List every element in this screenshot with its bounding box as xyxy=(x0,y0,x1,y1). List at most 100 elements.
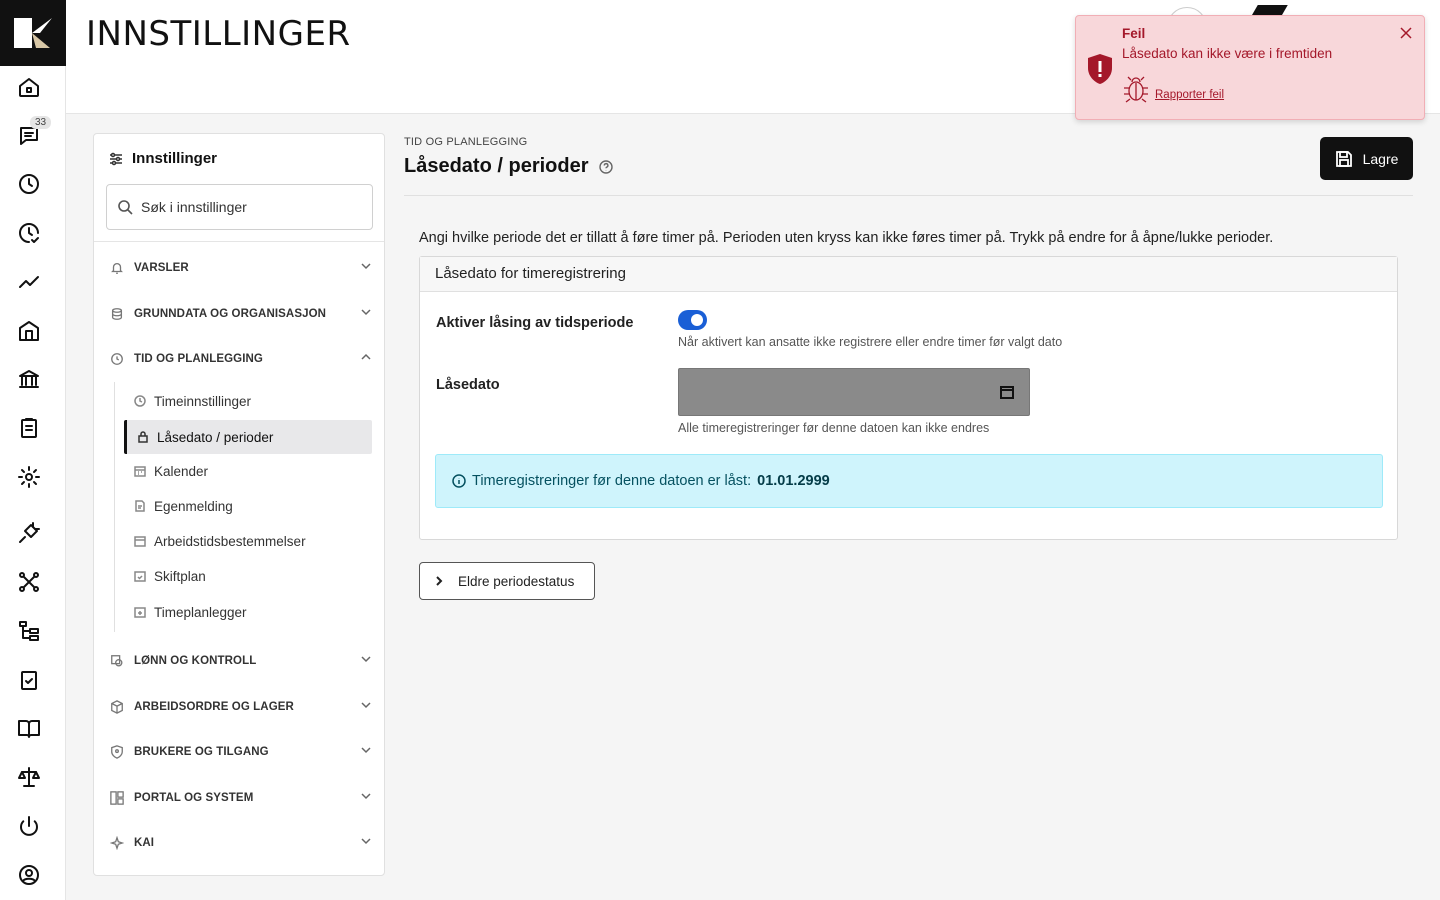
save-button[interactable]: Lagre xyxy=(1320,137,1413,180)
search-icon xyxy=(118,200,133,215)
scale-icon[interactable] xyxy=(14,762,44,792)
error-shield-icon xyxy=(1088,54,1112,84)
save-label: Lagre xyxy=(1362,150,1399,167)
chevron-down-icon xyxy=(360,789,372,807)
plug-icon[interactable] xyxy=(14,518,44,548)
calendar-icon[interactable] xyxy=(1000,385,1014,399)
user-icon[interactable] xyxy=(14,860,44,890)
clock-icon xyxy=(110,352,124,366)
section-title-text: Låsedato / perioder xyxy=(404,155,589,177)
section-grunndata[interactable]: GRUNNDATA OG ORGANISASJON xyxy=(110,302,372,326)
sub-item-lasedato[interactable]: Låsedato / perioder xyxy=(124,420,372,454)
lock-icon xyxy=(138,431,148,443)
sub-item-label: Egenmelding xyxy=(154,498,233,514)
settings-search[interactable] xyxy=(106,184,373,230)
help-icon[interactable] xyxy=(598,159,613,174)
calendar-rules-icon xyxy=(134,536,146,547)
lock-date-input[interactable] xyxy=(678,368,1030,416)
trend-icon[interactable] xyxy=(14,267,44,297)
app-logo[interactable] xyxy=(0,0,66,66)
shield-icon xyxy=(110,745,124,759)
settings-icon[interactable] xyxy=(14,462,44,492)
bank-icon[interactable] xyxy=(14,364,44,394)
hierarchy-icon[interactable] xyxy=(14,616,44,646)
settings-panel-title: Innstillinger xyxy=(132,150,218,167)
chevron-down-icon xyxy=(360,652,372,670)
section-portal-og-system[interactable]: PORTAL OG SYSTEM xyxy=(110,786,372,810)
bug-icon xyxy=(1122,74,1150,104)
sub-item-label: Låsedato / perioder xyxy=(157,429,274,445)
chevron-down-icon xyxy=(360,743,372,761)
clock-icon xyxy=(134,395,146,407)
sub-item-timeplanlegger[interactable]: Timeplanlegger xyxy=(124,595,372,629)
info-date: 01.01.2999 xyxy=(757,473,830,489)
sub-item-label: Kalender xyxy=(154,463,209,479)
section-varsler[interactable]: VARSLER xyxy=(110,256,372,280)
clipboard-icon[interactable] xyxy=(14,413,44,443)
section-arbeidsordre-og-lager[interactable]: ARBEIDSORDRE OG LAGER xyxy=(110,695,372,719)
messages-badge: 33 xyxy=(30,116,52,129)
section-kai[interactable]: KAI xyxy=(109,831,372,855)
section-label: ARBEIDSORDRE OG LAGER xyxy=(134,701,294,713)
calendar-icon xyxy=(134,466,146,477)
page-title: INNSTILLINGER xyxy=(86,14,351,54)
report-error-link[interactable]: Rapporter feil xyxy=(1155,89,1224,101)
document-icon xyxy=(135,500,145,512)
intro-text: Angi hvilke periode det er tillatt å før… xyxy=(419,230,1274,246)
older-period-label: Eldre periodestatus xyxy=(458,573,575,589)
section-lonn-og-kontroll[interactable]: LØNN OG KONTROLL xyxy=(110,649,372,673)
sub-item-arbeidstidsbestemmelser[interactable]: Arbeidstidsbestemmelser xyxy=(124,524,372,558)
chevron-up-icon xyxy=(360,350,372,368)
toast-title: Feil xyxy=(1122,26,1146,41)
sub-item-skiftplan[interactable]: Skiftplan xyxy=(124,559,372,593)
sub-item-label: Timeinnstillinger xyxy=(154,393,252,409)
sub-item-egenmelding[interactable]: Egenmelding xyxy=(124,489,372,523)
network-icon[interactable] xyxy=(14,567,44,597)
clock-icon[interactable] xyxy=(14,169,44,199)
payroll-icon xyxy=(110,654,124,668)
layout-icon xyxy=(110,791,124,805)
toast-message: Låsedato kan ikke være i fremtiden xyxy=(1122,46,1333,61)
chevron-right-icon xyxy=(436,576,443,586)
section-title: Låsedato / perioder xyxy=(404,155,613,178)
book-icon[interactable] xyxy=(14,713,44,743)
sub-item-kalender[interactable]: Kalender xyxy=(124,454,372,488)
section-tid-og-planlegging[interactable]: TID OG PLANLEGGING xyxy=(110,347,372,371)
lock-period-toggle[interactable] xyxy=(678,310,707,330)
toggle-label: Aktiver låsing av tidsperiode xyxy=(436,315,634,331)
calendar-plus-icon xyxy=(134,607,146,618)
sliders-icon xyxy=(110,152,122,165)
close-icon[interactable] xyxy=(1398,25,1414,41)
card-title: Låsedato for timeregistrering xyxy=(420,257,1397,292)
sub-item-timeinnstillinger[interactable]: Timeinnstillinger xyxy=(124,384,372,418)
search-input[interactable] xyxy=(141,199,361,215)
error-toast: Feil Låsedato kan ikke være i fremtiden … xyxy=(1075,15,1425,120)
section-label: BRUKERE OG TILGANG xyxy=(134,746,269,758)
sub-item-label: Arbeidstidsbestemmelser xyxy=(154,533,306,549)
clock-check-icon[interactable] xyxy=(14,218,44,248)
lock-info-alert: Timeregistreringer før denne datoen er l… xyxy=(435,454,1383,508)
section-brukere-og-tilgang[interactable]: BRUKERE OG TILGANG xyxy=(110,740,372,764)
database-icon xyxy=(110,307,124,321)
settings-panel: Innstillinger VARSLER GRUNNDATA OG ORGAN… xyxy=(93,133,385,876)
bell-icon xyxy=(110,261,124,275)
calendar-check-icon xyxy=(134,571,146,582)
section-label: GRUNNDATA OG ORGANISASJON xyxy=(134,308,327,320)
building-icon[interactable] xyxy=(14,316,44,346)
toggle-hint: Når aktivert kan ansatte ikke registrere… xyxy=(678,335,1063,349)
sparkle-icon xyxy=(109,835,125,851)
home-icon[interactable] xyxy=(14,72,44,102)
save-icon xyxy=(1335,150,1352,167)
submenu-guide-line xyxy=(114,382,115,632)
checklist-icon[interactable] xyxy=(14,665,44,695)
section-label: PORTAL OG SYSTEM xyxy=(134,792,254,804)
chevron-down-icon xyxy=(360,259,372,277)
panel-divider xyxy=(94,241,384,242)
date-hint: Alle timeregistreringer før denne datoen… xyxy=(678,421,990,435)
content-divider xyxy=(404,195,1413,196)
chevron-down-icon xyxy=(360,834,372,852)
box-icon xyxy=(110,700,124,714)
info-text: Timeregistreringer før denne datoen er l… xyxy=(472,473,752,489)
power-icon[interactable] xyxy=(14,811,44,841)
older-period-status-button[interactable]: Eldre periodestatus xyxy=(419,562,595,600)
